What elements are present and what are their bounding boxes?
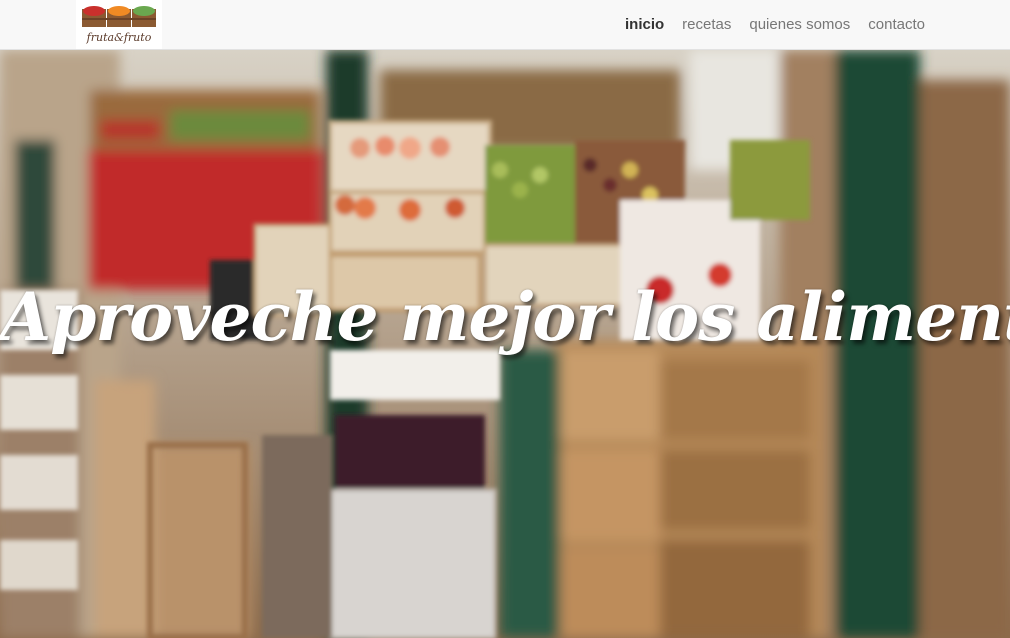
brand-logo[interactable]: fruta&fruto — [76, 0, 162, 49]
navbar: fruta&fruto inicio recetas quienes somos… — [0, 0, 1010, 50]
nav-item-quienes-somos[interactable]: quienes somos — [740, 0, 859, 49]
nav-item-inicio[interactable]: inicio — [616, 0, 673, 49]
nav-item-recetas[interactable]: recetas — [673, 0, 740, 49]
nav-item-contacto[interactable]: contacto — [859, 0, 934, 49]
hero-headline: Aproveche mejor los alimentos — [0, 278, 1010, 356]
hero-section: Aproveche mejor los alimentos — [0, 50, 1010, 638]
fruit-crates-logo-icon — [82, 6, 156, 27]
brand-logo-text: fruta&fruto — [86, 31, 152, 44]
main-nav: inicio recetas quienes somos contacto — [616, 0, 934, 49]
